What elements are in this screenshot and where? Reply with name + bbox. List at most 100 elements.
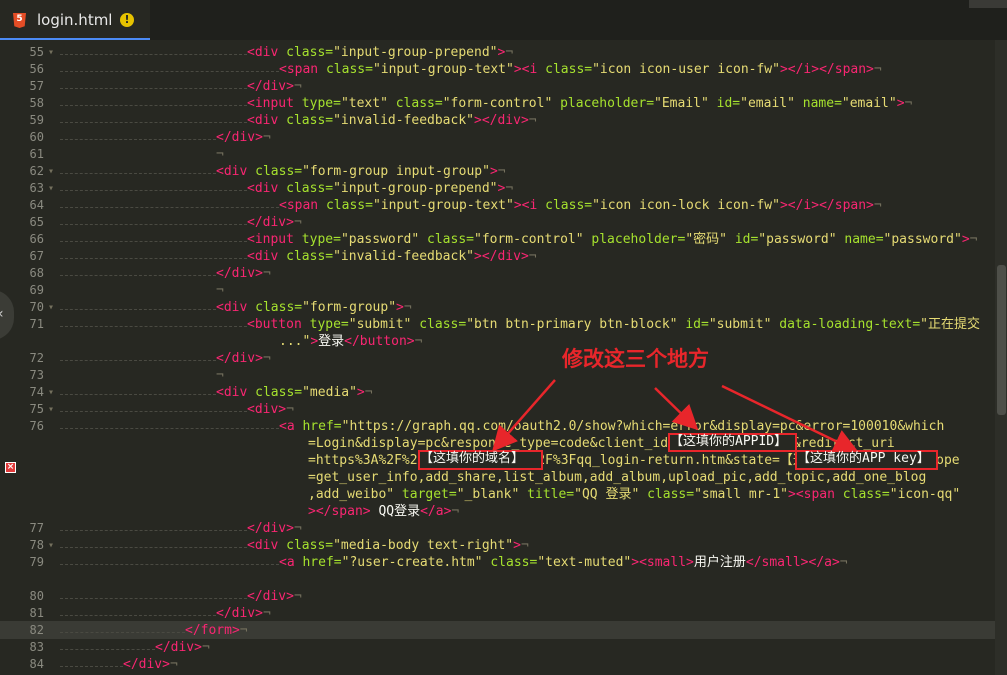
code-line[interactable]: 60 </div>¬ [0,129,995,146]
code-line[interactable]: 69 ¬ [0,282,995,299]
code-line[interactable]: =get_user_info,add_share,list_album,add_… [0,469,995,486]
line-number: 77 [29,521,44,535]
indent-guide [60,258,247,259]
code-token: ></span> [308,504,371,519]
code-line[interactable]: 61 ¬ [0,146,995,163]
code-token: class= [286,249,334,264]
tab-login-html[interactable]: 5 login.html ! [0,0,150,40]
code-line[interactable]: ...">登录</button>¬ [0,333,995,350]
code-line[interactable]: 79 <a href="?user-create.htm" class="text… [0,554,995,571]
code-text: </div>¬ [216,605,271,622]
code-line[interactable]: 70 ▾ <div class="form-group">¬ [0,299,995,316]
code-token: </div> [216,606,263,621]
code-text: </div>¬ [247,520,302,537]
code-line[interactable]: 57 </div>¬ [0,78,995,95]
code-line[interactable]: 73 ¬ [0,367,995,384]
indent-guide [60,666,123,667]
code-token: "input-group-text" [372,198,514,213]
code-line[interactable]: 71 <button type="submit" class="btn btn-p… [0,316,995,333]
line-number: 61 [29,147,44,161]
code-line[interactable]: 56 <span class="input-group-text"><i clas… [0,61,995,78]
code-token: class= [286,538,334,553]
fold-toggle-icon[interactable]: ▾ [48,384,54,401]
code-token: "email" [740,96,803,111]
fold-toggle-icon[interactable]: ▾ [48,163,54,180]
line-number: 78 [29,538,44,552]
code-line[interactable]: 58 <input type="text" class="form-control… [0,95,995,112]
line-number: 62 [29,164,44,178]
code-line[interactable]: 84 </div>¬ [0,656,995,673]
code-token: ¬ [528,113,537,128]
code-token: ¬ [904,96,913,111]
fold-toggle-icon[interactable]: ▾ [48,180,54,197]
code-line[interactable]: 77 </div>¬ [0,520,995,537]
code-token: <div [216,300,256,315]
code-text: <div class="media-body text-right">¬ [247,537,529,554]
code-line[interactable]: 68 </div>¬ [0,265,995,282]
indent-guide [60,326,247,327]
code-token: <a [279,419,303,434]
code-token: "Email" [654,96,717,111]
fold-toggle-icon[interactable]: ▾ [48,537,54,554]
code-line[interactable]: 76 <a href="https://graph.qq.com/oauth2.0… [0,418,995,435]
code-token: </div> [123,657,170,672]
code-token: =get_user_info,add_share,list_album,add_… [308,470,927,485]
fold-toggle-icon[interactable]: ▾ [48,44,54,61]
code-token: class= [255,164,303,179]
code-token: "icon icon-user icon-fw" [592,62,780,77]
code-line[interactable]: 66 <input type="password" class="form-con… [0,231,995,248]
indent-guide [60,598,247,599]
code-line[interactable]: 55 ▾ <div class="input-group-prepend">¬ [0,44,995,61]
code-token: "password" [758,232,845,247]
code-token: id= [685,317,709,332]
code-token: name= [802,96,842,111]
code-token: </small></a> [745,555,840,570]
annotation-title: 修改这三个地方 [562,347,709,371]
code-line[interactable]: ,add_weibo" target="_blank" title="QQ 登录… [0,486,995,503]
fold-toggle-icon[interactable]: ▾ [48,401,54,418]
code-token: class= [490,555,538,570]
code-line[interactable]: 78 ▾ <div class="media-body text-right">¬ [0,537,995,554]
scrollbar-thumb[interactable] [997,265,1006,415]
code-line[interactable]: 81 </div>¬ [0,605,995,622]
code-line[interactable]: 72 </div>¬ [0,350,995,367]
code-line[interactable]: 65 </div>¬ [0,214,995,231]
code-line[interactable]: 67 <div class="invalid-feedback"></div>¬ [0,248,995,265]
code-token: > [474,249,482,264]
code-token: ¬ [364,385,373,400]
fold-toggle-icon[interactable]: ▾ [48,299,54,316]
code-text: <input type="text" class="form-control" … [247,95,912,112]
code-line[interactable]: 62 ▾ <div class="form-group input-group">¬ [0,163,995,180]
warning-icon[interactable]: ! [120,13,134,27]
error-marker-icon[interactable]: × [5,462,16,473]
code-text: </div>¬ [123,656,178,673]
code-line[interactable]: 83 </div>¬ [0,639,995,656]
code-token: ¬ [262,351,271,366]
indent-guide [60,105,247,106]
indent-guide [60,530,247,531]
code-token: class= [419,317,467,332]
code-token: ¬ [414,334,423,349]
code-token: "input-group-text" [372,62,514,77]
code-line[interactable]: 82 </form>¬ [0,622,995,639]
code-line[interactable]: 63 ▾ <div class="input-group-prepend">¬ [0,180,995,197]
code-token: <span [279,62,326,77]
code-text: <div class="media">¬ [216,384,373,401]
code-line[interactable]: 64 <span class="input-group-text"><i clas… [0,197,995,214]
code-line[interactable]: 80 </div>¬ [0,588,995,605]
code-text: <a href="?user-create.htm" class="text-m… [279,554,848,571]
code-text: <div class="input-group-prepend">¬ [247,44,513,61]
code-token: placeholder= [560,96,655,111]
indent-guide [60,190,247,191]
code-line[interactable]: 59 <div class="invalid-feedback"></div>¬ [0,112,995,129]
code-line[interactable]: ></span> QQ登录</a>¬ [0,503,995,520]
indent-guide [60,54,247,55]
code-token: <div> [247,402,287,417]
indent-guide [60,88,247,89]
line-number: 68 [29,266,44,280]
code-token: class= [286,181,334,196]
code-line[interactable]: 75 ▾ <div>¬ [0,401,995,418]
code-token: <span [279,198,326,213]
code-line[interactable]: 74 ▾ <div class="media">¬ [0,384,995,401]
indent-guide [60,122,247,123]
